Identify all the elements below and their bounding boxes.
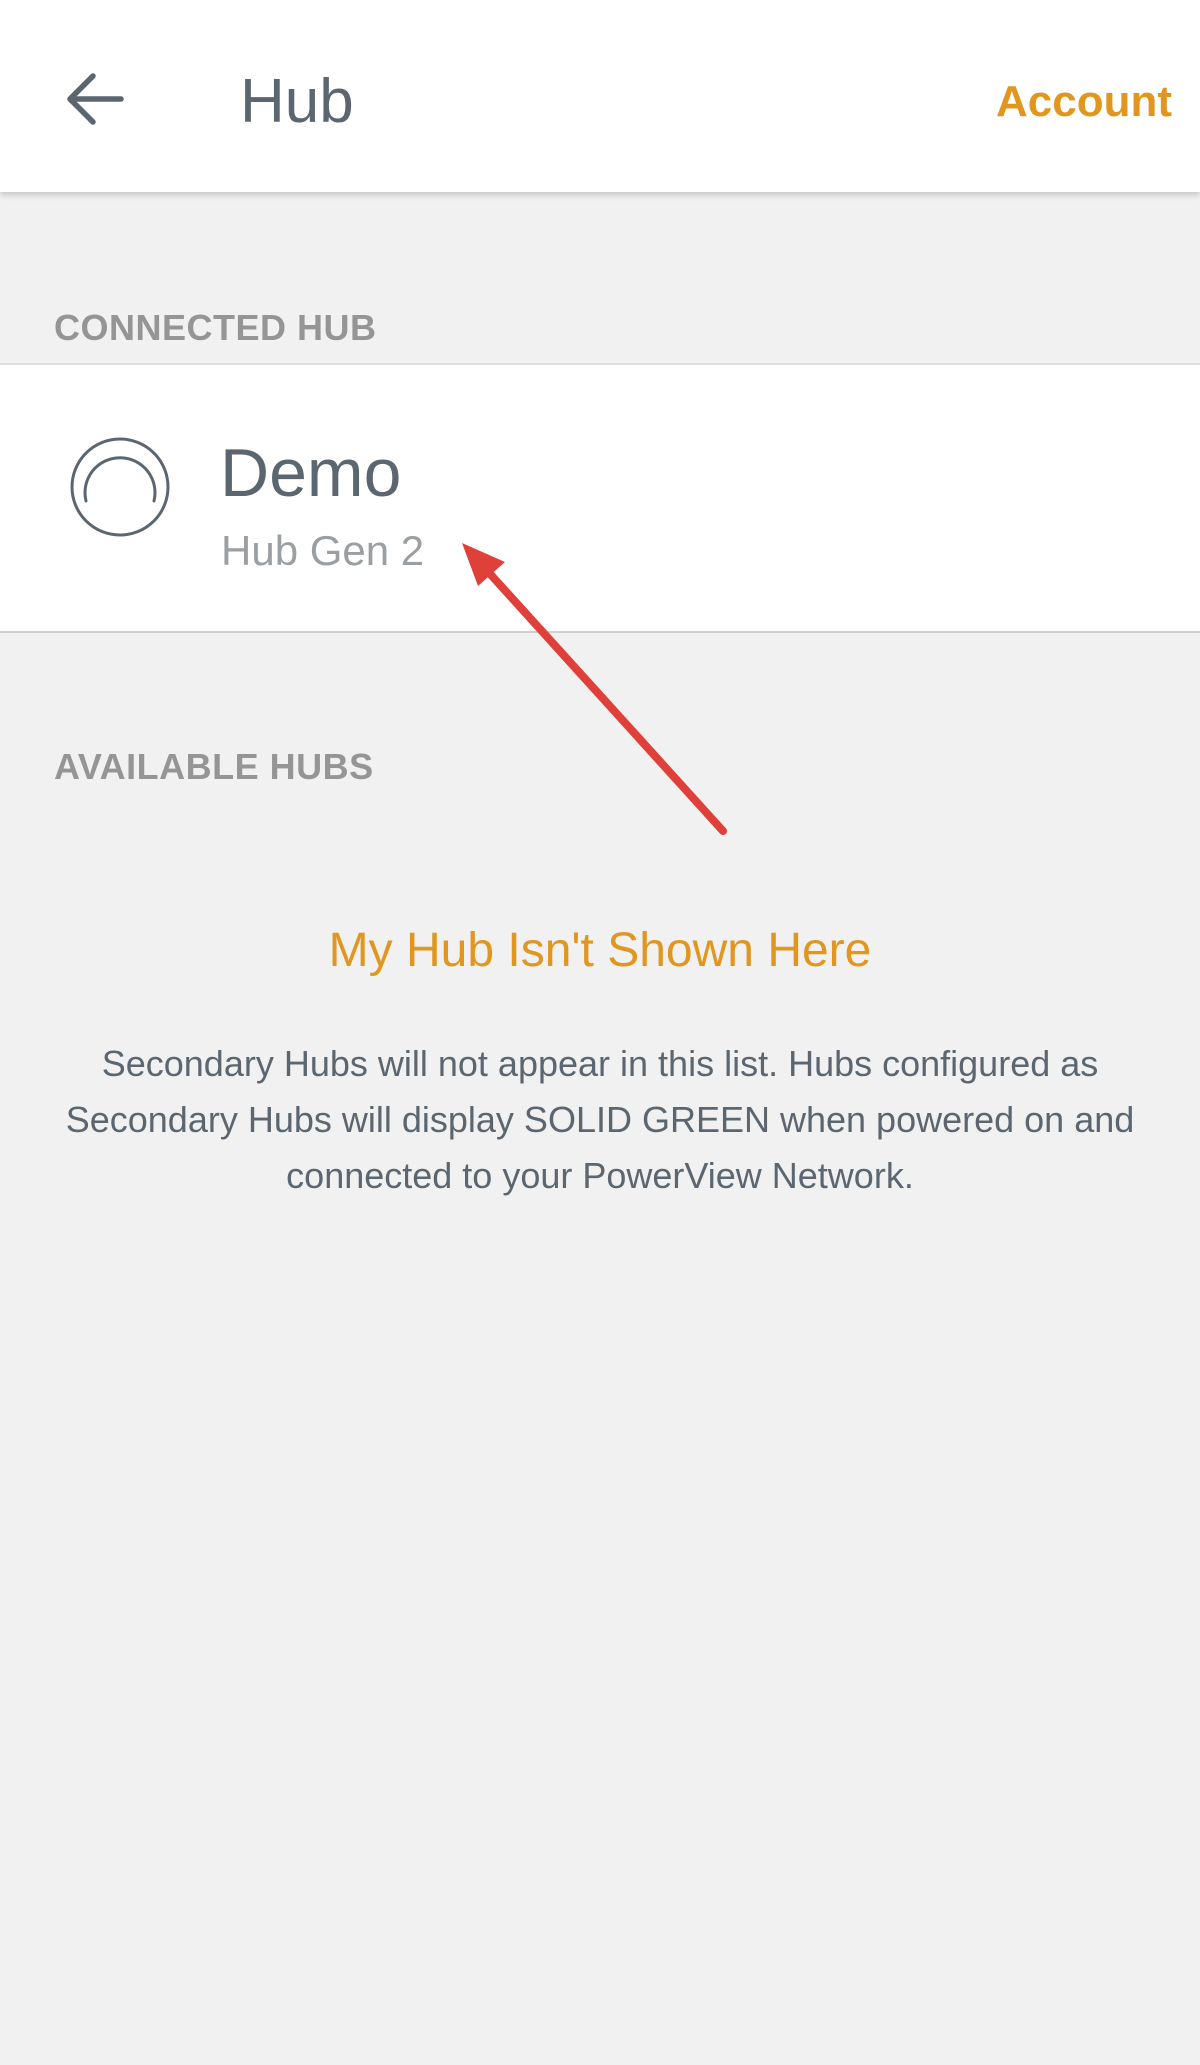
hub-connection-ring-icon — [70, 437, 170, 537]
secondary-hubs-help-text: Secondary Hubs will not appear in this l… — [65, 1043, 1135, 1196]
back-button[interactable] — [58, 62, 132, 136]
hub-model: Hub Gen 2 — [221, 527, 425, 574]
page-title: Hub — [240, 67, 354, 136]
account-link[interactable]: Account — [996, 74, 1172, 130]
app-bar: Hub Account — [0, 0, 1200, 192]
available-hubs-section-header: AVAILABLE HUBS — [54, 746, 374, 787]
connected-hub-section-header: CONNECTED HUB — [54, 307, 377, 348]
hub-name: Demo — [220, 435, 402, 511]
connected-hub-card[interactable]: Demo Hub Gen 2 — [0, 363, 1200, 633]
arrow-left-icon — [67, 73, 124, 125]
missing-hub-link[interactable]: My Hub Isn't Shown Here — [0, 920, 1200, 982]
